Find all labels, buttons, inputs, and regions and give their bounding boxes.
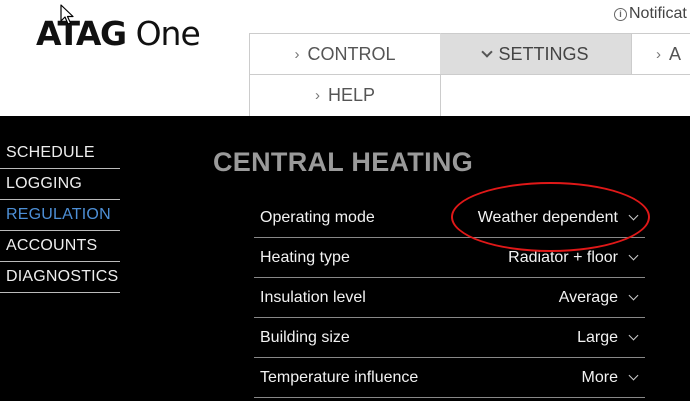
building-size-select[interactable]: Large	[577, 329, 645, 347]
sidebar-item-logging[interactable]: LOGGING	[0, 169, 120, 200]
setting-label: Operating mode	[260, 208, 375, 226]
nav-help[interactable]: › HELP	[249, 74, 440, 116]
setting-value: Large	[577, 328, 618, 346]
setting-label: Heating type	[260, 248, 350, 266]
page-title: CENTRAL HEATING	[213, 147, 473, 177]
sidebar-item-regulation[interactable]: REGULATION	[0, 200, 120, 231]
setting-label: Temperature influence	[260, 368, 419, 386]
temperature-influence-select[interactable]: More	[582, 369, 645, 387]
setting-row-building-size: Building size Large	[254, 318, 645, 358]
nav-control[interactable]: › CONTROL	[249, 33, 440, 74]
nav-control-label: CONTROL	[307, 43, 396, 64]
app-header: ATAG One i Notificat › CONTROL SETTINGS ›…	[0, 0, 690, 116]
nav-third-label: A	[669, 43, 682, 64]
nav-help-label: HELP	[327, 85, 376, 105]
notifications-link[interactable]: i Notificat	[614, 5, 687, 23]
info-icon: i	[614, 8, 627, 21]
sidebar: SCHEDULE LOGGING REGULATION ACCOUNTS DIA…	[0, 138, 120, 293]
chevron-right-icon: ›	[294, 45, 300, 63]
nav-third[interactable]: › A	[631, 33, 690, 74]
sidebar-item-diagnostics[interactable]: DIAGNOSTICS	[0, 262, 120, 293]
chevron-right-icon: ›	[656, 45, 661, 63]
nav-settings[interactable]: SETTINGS	[440, 33, 631, 74]
setting-value: Average	[558, 288, 618, 306]
sidebar-item-schedule[interactable]: SCHEDULE	[0, 138, 120, 169]
setting-label: Insulation level	[260, 288, 366, 306]
notifications-label: Notificat	[629, 5, 687, 22]
nav-settings-label: SETTINGS	[498, 43, 589, 64]
sidebar-item-accounts[interactable]: ACCOUNTS	[0, 231, 120, 262]
chevron-down-icon	[628, 370, 639, 381]
highlight-annotation	[451, 182, 650, 252]
chevron-down-icon	[628, 250, 639, 261]
logo-product: One	[135, 14, 201, 53]
setting-label: Building size	[260, 328, 350, 346]
setting-row-temperature-influence: Temperature influence More	[254, 358, 645, 398]
chevron-right-icon: ›	[314, 87, 320, 104]
logo-brand: ATAG	[36, 14, 127, 53]
nav-empty-cell	[440, 74, 690, 116]
chevron-down-icon	[628, 330, 639, 341]
chevron-down-icon	[481, 45, 494, 58]
chevron-down-icon	[628, 290, 639, 301]
insulation-level-select[interactable]: Average	[559, 289, 645, 307]
setting-row-insulation-level: Insulation level Average	[254, 278, 645, 318]
mouse-cursor-icon	[60, 4, 74, 25]
setting-value: More	[581, 368, 618, 386]
